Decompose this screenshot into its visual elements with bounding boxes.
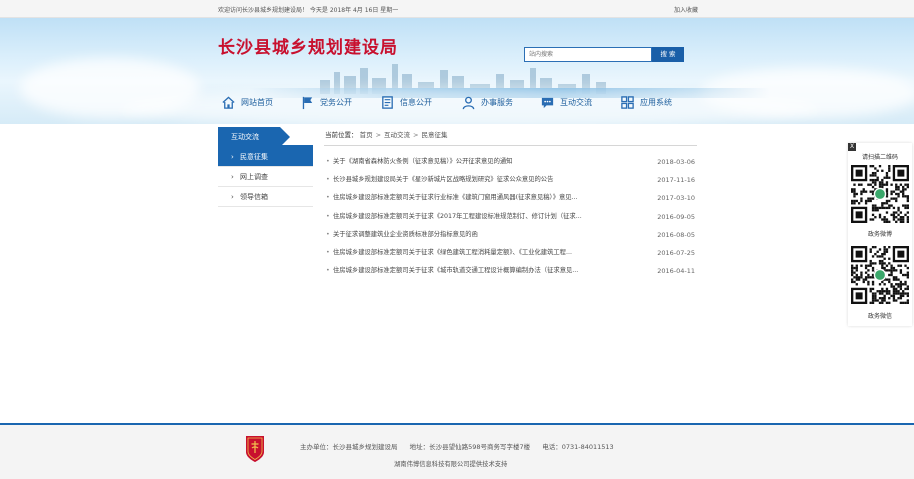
news-title[interactable]: 关于征求调整建筑业企业资质标准部分指标意见的函 [333, 226, 618, 244]
list-item[interactable]: • 长沙县城乡规划建设局关于《星沙新城片区战略规划研究》征求公众意见的公告 2017… [324, 171, 697, 189]
nav-item-info-disclosure[interactable]: 信息公开 [380, 92, 432, 112]
nav-label: 互动交流 [560, 97, 592, 107]
qr-code-weibo [851, 165, 909, 223]
sidebar-header: 互动交流 [218, 124, 313, 147]
chevron-right-icon: › [231, 173, 234, 181]
nav-item-apps[interactable]: 应用系统 [620, 92, 672, 112]
breadcrumb-link[interactable]: 互动交流 [384, 131, 410, 139]
chevron-right-icon: › [231, 193, 234, 201]
news-date: 2016-04-11 [657, 267, 695, 276]
welcome-text: 欢迎访问长沙县城乡规划建设局！ 今天是 2018年 4月 16日 星期一 [218, 7, 399, 14]
news-date: 2017-03-10 [657, 194, 695, 203]
news-title[interactable]: 住房城乡建设部标准定额司关于征求《2017年工程建设标准规范制订、修订计划（征求… [333, 208, 618, 226]
sidebar-item-leader-mailbox[interactable]: › 领导信箱 [218, 187, 313, 207]
footer-info: 主办单位：长沙县城乡规划建设局 地址：长沙县望仙路598号商务写字楼7楼 电话：… [300, 441, 624, 451]
news-title[interactable]: 住房城乡建设部标准定额司关于征求《绿色建筑工程消耗量定额》、《工业化建筑工程..… [333, 244, 618, 262]
breadcrumb-current: 民意征集 [421, 131, 448, 139]
nav-label: 应用系统 [640, 97, 672, 107]
news-title[interactable]: 住房城乡建设部标准定额司关于征求《城市轨道交通工程设计概算编制办法（征求意见..… [333, 262, 618, 280]
grid-icon [621, 95, 634, 109]
site-title: 长沙县城乡规划建设局 [218, 38, 398, 58]
qr-title: 请扫描二维码 [861, 154, 898, 161]
sidebar-item-label: 网上调查 [240, 173, 268, 181]
search-button[interactable]: 搜 索 [652, 47, 684, 62]
footer-address: 地址：长沙县望仙路598号商务写字楼7楼 [409, 443, 531, 451]
sidebar-item-online-survey[interactable]: › 网上调查 [218, 167, 313, 187]
main-nav: 网站首页 党务公开 信息公开 办事服务 互动交流 应用系统 [218, 92, 698, 112]
add-favorite-link[interactable]: 加入收藏 [674, 5, 698, 14]
footer: 主办单位：长沙县城乡规划建设局 地址：长沙县望仙路598号商务写字楼7楼 电话：… [0, 423, 914, 479]
nav-item-home[interactable]: 网站首页 [221, 92, 273, 112]
news-date: 2018-03-06 [657, 158, 695, 166]
chevron-right-icon: › [231, 153, 234, 161]
list-item[interactable]: • 住房城乡建设部标准定额司关于征求《城市轨道交通工程设计概算编制办法（征求意见.… [324, 262, 697, 280]
list-item[interactable]: • 住房城乡建设部标准定额司关于征求《绿色建筑工程消耗量定额》、《工业化建筑工程.… [324, 244, 697, 262]
news-date: 2017-11-16 [657, 176, 695, 185]
person-icon [462, 96, 475, 109]
chat-icon [541, 97, 554, 108]
nav-label: 网站首页 [241, 97, 273, 107]
emblem-logo [246, 436, 264, 462]
content-area: 当前位置： 首页 > 互动交流 > 民意征集 • 关于《湖南省森林防火条例（征求意见稿）》… [324, 124, 697, 280]
footer-phone: 电话：0731-84011513 [542, 443, 614, 451]
news-date: 2016-07-25 [657, 248, 695, 257]
nav-item-interaction[interactable]: 互动交流 [540, 92, 592, 112]
breadcrumb-prefix: 当前位置： [325, 131, 358, 139]
nav-label: 信息公开 [400, 97, 432, 107]
footer-host: 主办单位：长沙县城乡规划建设局 [300, 443, 398, 451]
header-banner: 长沙县城乡规划建设局 搜 索 网站首页 党务公开 信息公开 办事服务 互动交流 … [0, 18, 914, 124]
list-item[interactable]: • 关于《湖南省森林防火条例（征求意见稿）》公开征求意见的通知 2018-03-06 [324, 153, 697, 171]
breadcrumb: 当前位置： 首页 > 互动交流 > 民意征集 [324, 124, 697, 146]
news-title[interactable]: 关于《湖南省森林防火条例（征求意见稿）》公开征求意见的通知 [333, 153, 618, 171]
qr-code-wechat [851, 246, 909, 304]
breadcrumb-link[interactable]: 首页 [360, 131, 373, 139]
sidebar-item-label: 领导信箱 [240, 193, 268, 201]
sidebar: 互动交流 › 民意征集 › 网上调查 › 领导信箱 [218, 124, 313, 207]
close-button[interactable]: X [848, 143, 856, 151]
nav-item-services[interactable]: 办事服务 [461, 92, 513, 112]
news-title[interactable]: 长沙县城乡规划建设局关于《星沙新城片区战略规划研究》征求公众意见的公告 [333, 171, 618, 189]
main-panel: 互动交流 › 民意征集 › 网上调查 › 领导信箱 当前位置： 首页 > 互动交流 >… [218, 124, 698, 414]
footer-support: 湖南伟博信息科技有限公司提供技术支持 [394, 461, 508, 468]
nav-label: 办事服务 [481, 97, 513, 107]
top-bar: 欢迎访问长沙县城乡规划建设局！ 今天是 2018年 4月 16日 星期一 加入收… [0, 0, 914, 18]
flag-icon [302, 96, 313, 109]
sidebar-heading: 互动交流 [218, 127, 290, 147]
news-date: 2016-09-05 [657, 212, 695, 221]
news-date: 2016-08-05 [657, 230, 695, 239]
home-icon [222, 95, 235, 109]
qr-caption-wechat: 政务微信 [867, 313, 892, 320]
list-item[interactable]: • 关于征求调整建筑业企业资质标准部分指标意见的函 2016-08-05 [324, 226, 697, 244]
news-title[interactable]: 住房城乡建设部标准定额司关于征求行业标准《建筑门窗用通风器(征求意见稿）》意见.… [333, 189, 618, 207]
list-item[interactable]: • 住房城乡建设部标准定额司关于征求行业标准《建筑门窗用通风器(征求意见稿）》意见… [324, 189, 697, 207]
nav-item-party-affairs[interactable]: 党务公开 [300, 92, 352, 112]
qr-float-panel: X 请扫描二维码 政务微博 政务微信 [848, 143, 912, 326]
news-list: • 关于《湖南省森林防火条例（征求意见稿）》公开征求意见的通知 2018-03-06… [324, 153, 697, 280]
qr-caption-weibo: 政务微博 [867, 231, 892, 238]
nav-label: 党务公开 [320, 97, 352, 107]
sidebar-item-label: 民意征集 [240, 153, 268, 161]
sidebar-item-opinion-collection[interactable]: › 民意征集 [218, 147, 313, 167]
document-icon [382, 95, 393, 109]
search-input[interactable] [524, 47, 652, 62]
list-item[interactable]: • 住房城乡建设部标准定额司关于征求《2017年工程建设标准规范制订、修订计划（征… [324, 208, 697, 226]
